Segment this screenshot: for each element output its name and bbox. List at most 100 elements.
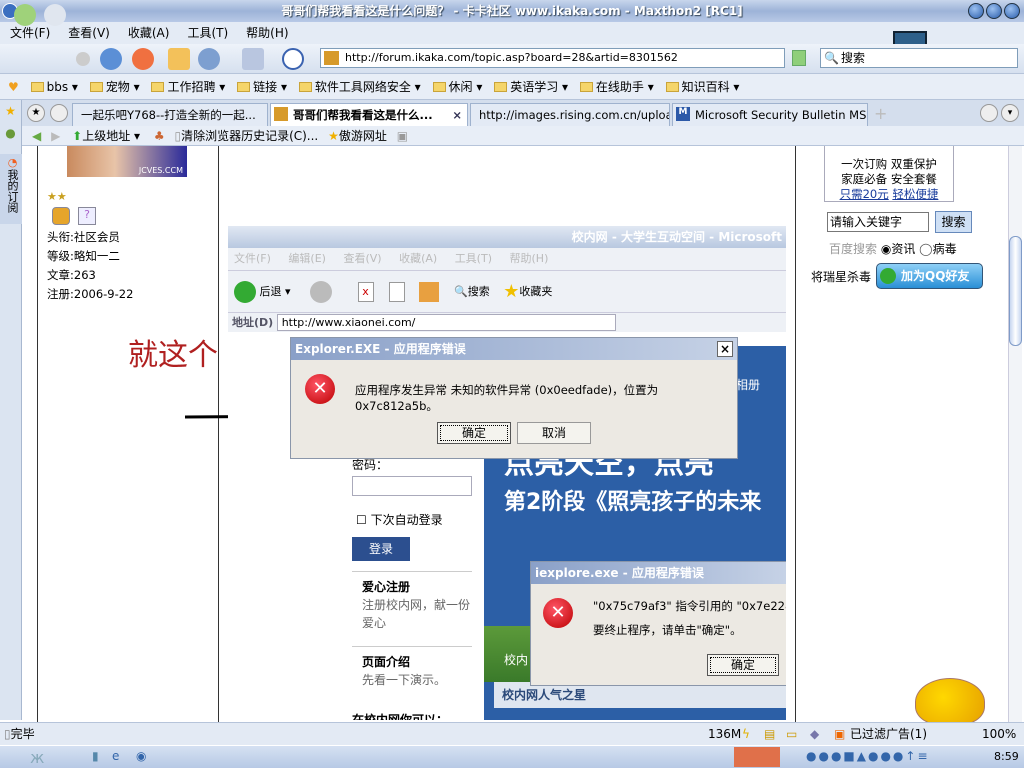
diamond-icon[interactable]: ◆ <box>810 723 819 745</box>
user-posts: 文章:263 <box>47 268 96 282</box>
forward-icon[interactable] <box>44 4 66 26</box>
ie-search-icon[interactable]: 🔍 <box>454 285 468 298</box>
error-icon: ✕ <box>305 374 335 404</box>
tab-active[interactable]: 哥哥们帮我看看这是什么... × <box>270 103 468 126</box>
favorites-star-icon[interactable]: ★ <box>0 104 21 118</box>
folder-icon[interactable]: ▭ <box>786 723 797 745</box>
menu-help[interactable]: 帮助(H) <box>246 26 288 40</box>
home-icon[interactable] <box>168 48 190 70</box>
user-icon[interactable]: ● <box>0 126 21 140</box>
sidebar: ★ ● ◔我的订阅 <box>0 100 24 720</box>
tray-icons[interactable]: ●●●■▲●●●↑≡ <box>806 749 930 763</box>
ad-search-button[interactable]: 搜索 <box>935 211 972 233</box>
tab[interactable]: Microsoft Security Bulletin MS07-... <box>672 103 868 126</box>
menu-view[interactable]: 查看(V) <box>68 26 110 40</box>
people-icon[interactable]: ♣ <box>154 129 165 143</box>
forward-small-icon[interactable]: ▶ <box>51 129 60 143</box>
iexplore-error-dialog: iexplore.exe - 应用程序错误 ✕ "0x75c79af3" 指令引… <box>530 561 786 686</box>
grid-tab-icon[interactable] <box>50 104 68 122</box>
fav-folder[interactable]: 知识百科 ▾ <box>665 74 739 100</box>
close-tab-icon[interactable]: × <box>452 104 462 126</box>
new-tab-icon[interactable]: + <box>874 104 887 123</box>
ad-filter-icon[interactable]: ▣ <box>834 723 845 745</box>
status-bar: ▯完毕 136M ϟ ▤ ▭ ◆ ▣ 已过滤广告(1) 100% ▾ <box>0 722 1024 763</box>
page-icon: ▯ <box>4 727 11 741</box>
ok-button[interactable]: 确定 <box>707 654 779 676</box>
quicklaunch-icon[interactable]: ▮ <box>92 749 99 763</box>
sidebar-subscriptions[interactable]: ◔我的订阅 <box>0 154 24 224</box>
login-button[interactable]: 登录 <box>352 537 410 561</box>
fav-folder[interactable]: 宠物 ▾ <box>89 74 140 100</box>
password-input[interactable] <box>352 476 472 496</box>
history-clock-icon[interactable] <box>282 48 304 70</box>
close-button[interactable] <box>1004 3 1020 19</box>
radio-virus[interactable]: ◯病毒 <box>919 242 956 256</box>
tab[interactable]: 一起乐吧Y768--打造全新的一起... <box>72 103 268 126</box>
butterfly-start-icon[interactable]: ж <box>30 748 44 767</box>
lightning-icon[interactable]: ϟ <box>742 723 750 745</box>
ie-back-icon[interactable] <box>234 281 256 303</box>
back-icon[interactable] <box>14 4 36 26</box>
stop-icon[interactable] <box>132 48 154 70</box>
refresh-icon[interactable] <box>100 48 122 70</box>
active-task-button[interactable] <box>734 747 780 767</box>
ie-quicklaunch-icon[interactable]: e <box>112 749 119 763</box>
ie-favorites-icon[interactable]: ★ <box>503 281 519 302</box>
fav-folder[interactable]: 在线助手 ▾ <box>579 74 654 100</box>
back-small-icon[interactable]: ◀ <box>32 129 41 143</box>
magic-wand-icon[interactable] <box>242 48 264 70</box>
site-favicon-icon <box>274 107 288 121</box>
minimize-button[interactable] <box>968 3 984 19</box>
up-button[interactable]: 上级地址 <box>82 129 130 143</box>
column-divider <box>37 146 38 722</box>
ie-home-icon[interactable] <box>418 282 439 302</box>
tab-menu-icon[interactable]: ▾ <box>1001 104 1019 122</box>
ie-refresh-icon[interactable] <box>389 282 406 302</box>
auto-login-checkbox[interactable]: ☐ 下次自动登录 <box>356 511 443 528</box>
dropdown-icon[interactable] <box>76 52 90 66</box>
ad-link[interactable]: 轻松便捷 <box>892 187 938 201</box>
ie-toolbar: 后退 ▾ x 🔍搜索 ★收藏夹 <box>228 270 786 312</box>
cancel-button[interactable]: 取消 <box>517 422 591 444</box>
menu-favorites[interactable]: 收藏(A) <box>128 26 170 40</box>
roam-button[interactable]: 傲游网址 <box>339 129 387 143</box>
tab[interactable]: http://images.rising.com.cn/uploadfi... <box>470 103 670 126</box>
ie-forward-icon[interactable] <box>310 281 333 303</box>
menu-tools[interactable]: 工具(T) <box>187 26 228 40</box>
search-input[interactable]: 搜索 <box>820 48 1018 68</box>
rank-stars-icon: ★★ <box>47 190 67 203</box>
ok-button[interactable]: 确定 <box>437 422 511 444</box>
ad-link[interactable]: 只需20元 <box>840 187 889 201</box>
fav-folder[interactable]: 软件工具网络安全 ▾ <box>298 74 421 100</box>
ad-filter-count[interactable]: 已过滤广告(1) <box>850 723 927 745</box>
camera-icon[interactable]: ▣ <box>397 129 408 143</box>
address-bar[interactable]: http://forum.ikaka.com/topic.asp?board=2… <box>320 48 785 68</box>
fav-folder[interactable]: 工作招聘 ▾ <box>151 74 225 100</box>
radio-news[interactable]: ◉资讯 <box>881 242 916 256</box>
fav-folder[interactable]: 休闲 ▾ <box>432 74 482 100</box>
ie-url[interactable]: http://www.xiaonei.com/ <box>276 314 617 331</box>
ad-search-input[interactable]: 请输入关键字 <box>827 212 929 232</box>
menu-file[interactable]: 文件(F) <box>10 26 50 40</box>
ie-menu: 文件(F) 编辑(E) 查看(V) 收藏(A) 工具(T) 帮助(H) <box>228 248 786 270</box>
column-divider <box>218 146 219 722</box>
go-icon[interactable] <box>792 50 806 66</box>
fav-folder[interactable]: 英语学习 ▾ <box>494 74 568 100</box>
user-info: 头衔:社区会员 等级:略知一二 文章:263 注册:2006-9-22 <box>47 228 133 304</box>
window-icon[interactable]: ▤ <box>764 723 775 745</box>
tools-icon[interactable] <box>980 104 998 122</box>
dialog-close-button[interactable]: × <box>717 341 733 357</box>
rss-icon: ◔ <box>6 156 19 169</box>
undo-icon[interactable] <box>198 48 220 70</box>
ie-stop-icon[interactable]: x <box>357 282 374 302</box>
favorites-heart-icon[interactable]: ♥ <box>8 74 19 100</box>
scrollbar[interactable] <box>1008 146 1022 722</box>
star-tab-icon[interactable]: ★ <box>27 104 45 122</box>
maximize-button[interactable] <box>986 3 1002 19</box>
fav-folder[interactable]: 链接 ▾ <box>237 74 287 100</box>
maxthon-quicklaunch-icon[interactable]: ◉ <box>136 749 146 763</box>
clear-history-button[interactable]: 清除浏览器历史记录(C)... <box>181 129 318 143</box>
fav-folder[interactable]: bbs ▾ <box>30 74 78 100</box>
dialog-message-2: 要终止程序，请单击"确定"。 <box>593 623 742 637</box>
dialog-message: "0x75c79af3" 指令引用的 "0x7e22895c <box>593 599 786 613</box>
